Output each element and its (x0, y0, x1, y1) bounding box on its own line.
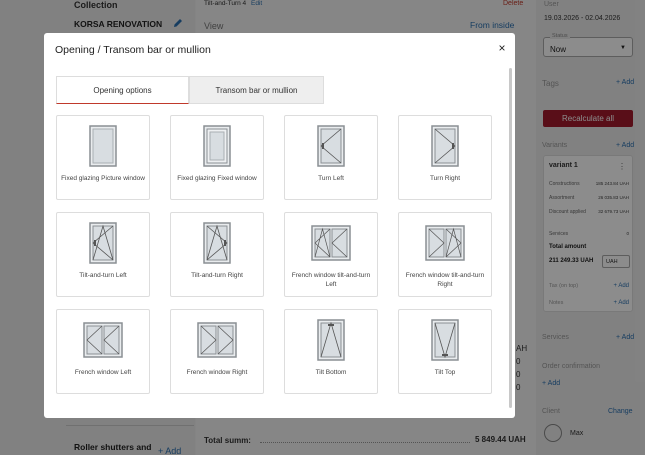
option-card[interactable]: French window Right (170, 309, 264, 394)
french-right-icon (197, 322, 237, 358)
scrollbar[interactable] (509, 68, 512, 408)
option-label: Turn Left (318, 175, 344, 182)
tab-opening-options[interactable]: Opening options (56, 76, 189, 104)
dialog-title: Opening / Transom bar or mullion (55, 44, 211, 56)
option-label: Fixed glazing Picture window (61, 175, 145, 182)
dialog-tabs: Opening options Transom bar or mullion (56, 76, 324, 104)
option-card[interactable]: French window tilt-and-turn Right (398, 212, 492, 297)
option-label: Tilt Bottom (315, 369, 347, 376)
option-card[interactable]: French window tilt-and-turn Left (284, 212, 378, 297)
option-card[interactable]: Tilt Bottom (284, 309, 378, 394)
tilt-turn-right-icon (203, 222, 231, 264)
option-label: Turn Right (429, 175, 461, 182)
option-label: Tilt-and-turn Left (79, 272, 127, 279)
close-icon[interactable]: × (495, 41, 509, 55)
fixed-window-icon (203, 125, 231, 167)
french-tilt-turn-right-icon (425, 225, 465, 261)
option-label: Tilt-and-turn Right (191, 272, 243, 279)
option-label: Tilt Top (434, 369, 456, 376)
option-card[interactable]: French window Left (56, 309, 150, 394)
option-card[interactable]: Turn Left (284, 115, 378, 200)
option-card[interactable]: Fixed glazing Fixed window (170, 115, 264, 200)
option-card[interactable]: Tilt Top (398, 309, 492, 394)
fixed-picture-window-icon (89, 125, 117, 167)
opening-options-grid: Fixed glazing Picture window Fixed glazi… (56, 115, 494, 395)
tab-transom-bar-or-mullion[interactable]: Transom bar or mullion (189, 76, 324, 104)
turn-right-icon (431, 125, 459, 167)
option-label: French window tilt-and-turn Left (291, 272, 371, 288)
option-label: French window Right (186, 369, 248, 376)
tilt-turn-left-icon (89, 222, 117, 264)
option-label: French window Left (74, 369, 132, 376)
option-card[interactable]: Fixed glazing Picture window (56, 115, 150, 200)
option-card[interactable]: Turn Right (398, 115, 492, 200)
tilt-top-icon (431, 319, 459, 361)
option-label: French window tilt-and-turn Right (405, 272, 485, 288)
option-label: Fixed glazing Fixed window (177, 175, 257, 182)
french-left-icon (83, 322, 123, 358)
tilt-bottom-icon (317, 319, 345, 361)
turn-left-icon (317, 125, 345, 167)
french-tilt-turn-left-icon (311, 225, 351, 261)
option-card[interactable]: Tilt-and-turn Left (56, 212, 150, 297)
option-card[interactable]: Tilt-and-turn Right (170, 212, 264, 297)
opening-dialog: Opening / Transom bar or mullion × Openi… (44, 33, 515, 418)
